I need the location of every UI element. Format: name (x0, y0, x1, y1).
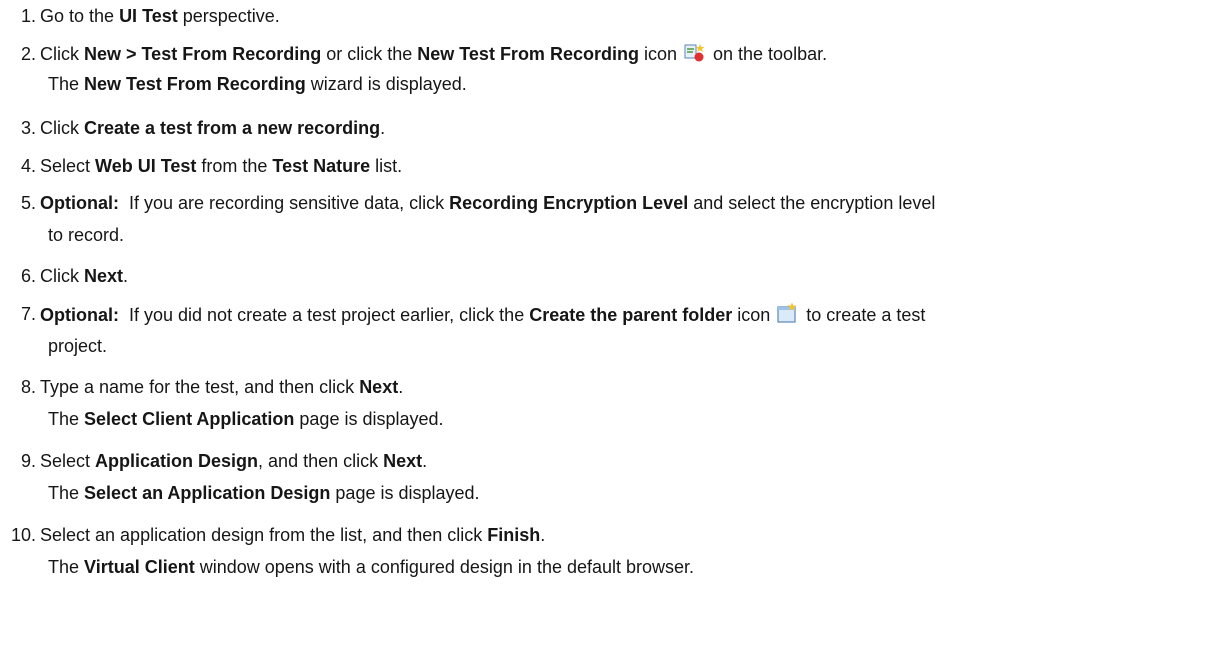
ui-term: Select Client Application (84, 409, 295, 429)
step-number: 5. (20, 193, 36, 213)
step-text-part: Go to the (40, 6, 120, 26)
ui-term: Virtual Client (84, 557, 195, 577)
step-text-part: on the toolbar. (708, 44, 828, 64)
step-text-wrap: to record. (48, 225, 125, 245)
ui-term: Recording Encryption Level (449, 193, 689, 213)
step-text-part: The (48, 483, 85, 503)
step-text: Go to the UI Test perspective. (40, 4, 280, 28)
step-text-part: If you are recording sensitive data, cli… (119, 193, 450, 213)
step-number: 3. (20, 118, 36, 138)
step-text: Click New > Test From Recording or click… (40, 42, 827, 69)
step-text-part: and select the encryption level (688, 193, 936, 213)
step-text-part: Select (40, 451, 96, 471)
step-text-part: window opens with a configured design in… (194, 557, 695, 577)
ui-term: Application Design (95, 451, 259, 471)
step-text-part: The (48, 74, 85, 94)
step-text-part: Click (40, 44, 84, 64)
step-text-part: , and then click (258, 451, 384, 471)
ui-term: Create a test from a new recording (84, 118, 381, 138)
step-text-part: Click (40, 118, 84, 138)
step-text-part: . (422, 451, 428, 471)
ui-term: Next (84, 266, 124, 286)
ui-term: Select an Application Design (84, 483, 331, 503)
create-parent-folder-icon (777, 302, 799, 330)
new-test-from-recording-icon (684, 43, 706, 69)
step-text-part: page is displayed. (294, 409, 444, 429)
step-text-part: Select an application design from the li… (40, 525, 488, 545)
step-text-part: to create a test (801, 305, 926, 325)
step-text-part: wizard is displayed. (305, 74, 467, 94)
step-text-part: perspective. (177, 6, 280, 26)
step-text: Optional: If you did not create a test p… (40, 302, 925, 330)
step-text: Optional: If you are recording sensitive… (40, 191, 935, 215)
step-text-part: icon (638, 44, 677, 64)
step-text-part: Click (40, 266, 84, 286)
step-number: 10. (10, 525, 36, 545)
ui-term: Next (383, 451, 423, 471)
step-text: Select Application Design, and then clic… (40, 449, 427, 473)
ui-term: Create the parent folder (529, 305, 733, 325)
step-text-part: Select (40, 156, 96, 176)
step-text-part: . (380, 118, 386, 138)
step-text-part: list. (370, 156, 403, 176)
step-text-part: page is displayed. (330, 483, 480, 503)
step-result: The Select Client Application page is di… (48, 407, 444, 431)
step-result: The New Test From Recording wizard is di… (48, 72, 467, 96)
step-number: 8. (20, 377, 36, 397)
step-text-part: Type a name for the test, and then click (40, 377, 360, 397)
ui-term: Finish (487, 525, 541, 545)
step-number: 1. (20, 6, 36, 26)
step-text: Click Create a test from a new recording… (40, 116, 385, 140)
step-number: 4. (20, 156, 36, 176)
ui-term: Next (359, 377, 399, 397)
optional-label: Optional: (40, 305, 119, 325)
step-text: Select Web UI Test from the Test Nature … (40, 154, 402, 178)
step-text-part: . (398, 377, 404, 397)
ui-term: Test Nature (272, 156, 371, 176)
step-result: The Virtual Client window opens with a c… (48, 555, 694, 579)
step-text-part: If you did not create a test project ear… (119, 305, 530, 325)
ui-term: New Test From Recording (417, 44, 639, 64)
step-number: 2. (20, 44, 36, 64)
step-text-part: from the (196, 156, 273, 176)
step-result: The Select an Application Design page is… (48, 481, 480, 505)
step-text-part: The (48, 557, 85, 577)
step-number: 9. (20, 451, 36, 471)
step-text-part: The (48, 409, 85, 429)
step-number: 6. (20, 266, 36, 286)
ui-term: New > Test From Recording (84, 44, 322, 64)
step-number: 7. (20, 304, 36, 324)
step-text-part: . (123, 266, 129, 286)
step-text-part: icon (732, 305, 771, 325)
step-text-wrap: project. (48, 336, 108, 356)
step-text-part: . (540, 525, 546, 545)
step-text: Click Next. (40, 264, 128, 288)
ui-term: Web UI Test (95, 156, 197, 176)
optional-label: Optional: (40, 193, 119, 213)
step-text: Select an application design from the li… (40, 523, 545, 547)
step-text-part: or click the (321, 44, 418, 64)
ui-term: UI Test (119, 6, 178, 26)
step-text: Type a name for the test, and then click… (40, 375, 403, 399)
ui-term: New Test From Recording (84, 74, 306, 94)
